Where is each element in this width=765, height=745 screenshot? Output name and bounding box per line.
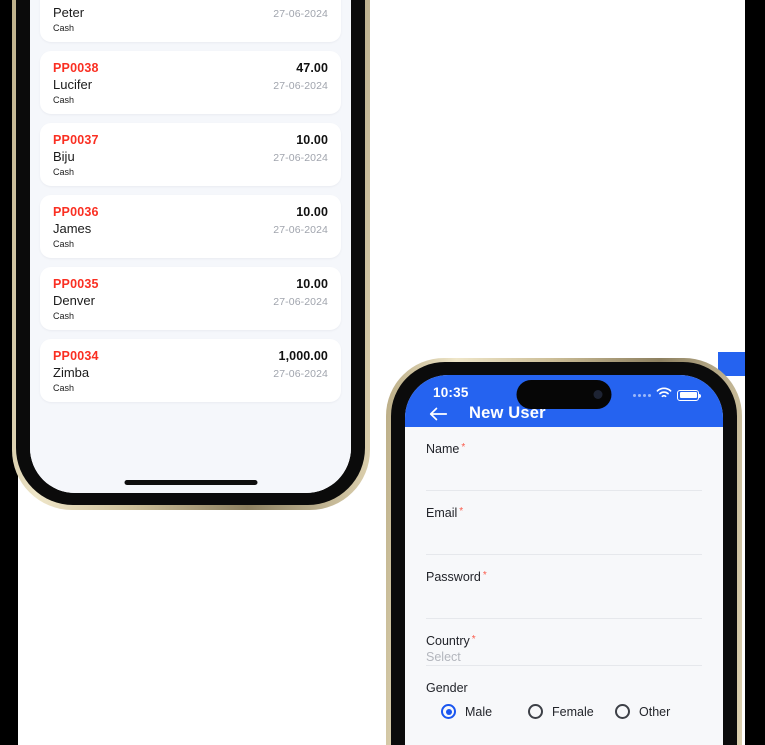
status-bar-time: 10:35 [433,385,469,400]
transactions-screen: Approve Delete [30,0,351,493]
gender-radio-group: Male Female Other [426,695,702,729]
dynamic-island [516,380,612,409]
transaction-name: James [53,221,92,236]
gender-option-other[interactable]: Other [615,704,702,719]
screenshot-stage: Approve Delete [0,0,765,745]
password-label-text: Password [426,570,481,584]
table-row[interactable]: PP0037 10.00 Biju 27-06-2024 Cash [40,123,341,186]
wifi-icon [656,386,672,404]
gender-option-other-label: Other [639,704,671,719]
transaction-mode: Cash [53,383,75,393]
country-select[interactable]: Select [426,648,702,665]
email-input[interactable] [426,520,702,554]
transaction-name: Zimba [53,365,90,380]
field-name: Name * [426,427,702,491]
transaction-amount: 1,000.00 [278,349,328,363]
name-label-text: Name [426,442,460,456]
transaction-mode: Cash [53,23,75,33]
table-row[interactable]: PP0034 1,000.00 Zimba 27-06-2024 Cash [40,339,341,402]
transaction-name: Peter [53,5,85,20]
status-bar-indicators [633,386,701,404]
transaction-date: 27-06-2024 [273,8,328,20]
country-label: Country * [426,634,702,648]
radio-unselected-icon [528,704,543,719]
transaction-id: PP0039 [53,0,99,3]
transaction-date: 27-06-2024 [273,80,328,92]
gender-option-female-label: Female [552,704,594,719]
gender-option-male-label: Male [465,704,493,719]
transaction-name: Lucifer [53,77,93,92]
field-password: Password * [426,555,702,619]
home-indicator[interactable] [124,480,257,485]
transaction-amount: 100.00 [289,0,328,3]
transaction-id: PP0037 [53,133,99,147]
required-asterisk: * [482,570,487,581]
transaction-date: 27-06-2024 [273,368,328,380]
transaction-mode: Cash [53,95,75,105]
gender-option-female[interactable]: Female [528,704,615,719]
gender-label: Gender [426,681,468,695]
table-row[interactable]: PP0035 10.00 Denver 27-06-2024 Cash [40,267,341,330]
phone2-screen: 10:35 New User Name * Email * Password *… [405,375,723,745]
radio-unselected-icon [615,704,630,719]
transaction-id: PP0038 [53,61,99,75]
required-asterisk: * [461,442,466,453]
transaction-list: PP0039 100.00 Peter 27-06-2024 Cash PP00… [40,0,341,402]
phone1-screen: Approve Delete [30,0,351,493]
transaction-name: Denver [53,293,95,308]
field-gender: Gender Male Female Other [426,666,702,729]
required-asterisk: * [459,506,464,517]
transaction-id: PP0036 [53,205,99,219]
radio-selected-icon [441,704,456,719]
new-user-screen: 10:35 New User Name * Email * Password *… [405,375,723,745]
arrow-left-icon[interactable] [429,406,448,422]
password-input[interactable] [426,584,702,618]
transaction-name: Biju [53,149,75,164]
field-country: Country * Select [426,619,702,666]
transaction-id: PP0034 [53,349,99,363]
country-label-text: Country [426,634,470,648]
battery-full-icon [677,389,701,401]
transaction-date: 27-06-2024 [273,152,328,164]
gender-option-male[interactable]: Male [441,704,528,719]
field-date-of-joining: Date Of Joining* [426,729,702,745]
transaction-amount: 47.00 [296,61,328,75]
transaction-amount: 10.00 [296,277,328,291]
new-user-form: Name * Email * Password * Country * Sele… [405,427,723,745]
status-bar: 10:35 [405,375,723,409]
table-row[interactable]: PP0036 10.00 James 27-06-2024 Cash [40,195,341,258]
transaction-amount: 10.00 [296,205,328,219]
cellular-signal-icon [633,393,651,397]
transaction-mode: Cash [53,311,75,321]
phone-mockup-transactions: Approve Delete [12,0,370,510]
phone-mockup-new-user: 10:35 New User Name * Email * Password *… [386,358,742,745]
letterbox-right [745,0,765,745]
field-email: Email * [426,491,702,555]
transaction-mode: Cash [53,167,75,177]
name-input[interactable] [426,456,702,490]
transaction-id: PP0035 [53,277,99,291]
email-label-text: Email [426,506,458,520]
transaction-date: 27-06-2024 [273,224,328,236]
table-row[interactable]: PP0039 100.00 Peter 27-06-2024 Cash [40,0,341,42]
transaction-date: 27-06-2024 [273,296,328,308]
required-asterisk: * [471,634,476,645]
table-row[interactable]: PP0038 47.00 Lucifer 27-06-2024 Cash [40,51,341,114]
transaction-mode: Cash [53,239,75,249]
email-label: Email * [426,506,702,520]
front-camera-icon [593,390,603,399]
name-label: Name * [426,442,702,456]
password-label: Password * [426,570,702,584]
transaction-amount: 10.00 [296,133,328,147]
